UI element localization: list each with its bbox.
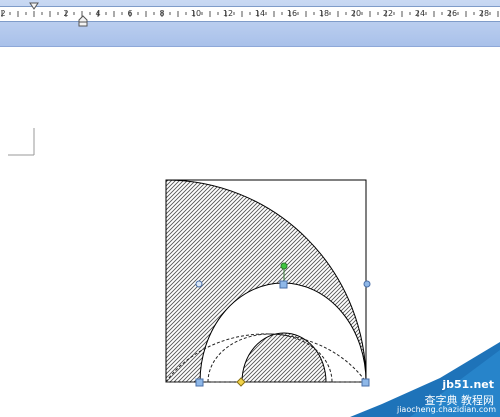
canvas (165, 179, 371, 387)
selection-handle-left[interactable] (195, 280, 203, 288)
selection-handle-top[interactable] (279, 280, 288, 289)
selection-handle-right[interactable] (363, 280, 371, 288)
selection-handle-bottom-right[interactable] (361, 378, 370, 387)
rotation-handle[interactable] (280, 262, 288, 270)
selection-handle-bottom-left[interactable] (195, 378, 204, 387)
